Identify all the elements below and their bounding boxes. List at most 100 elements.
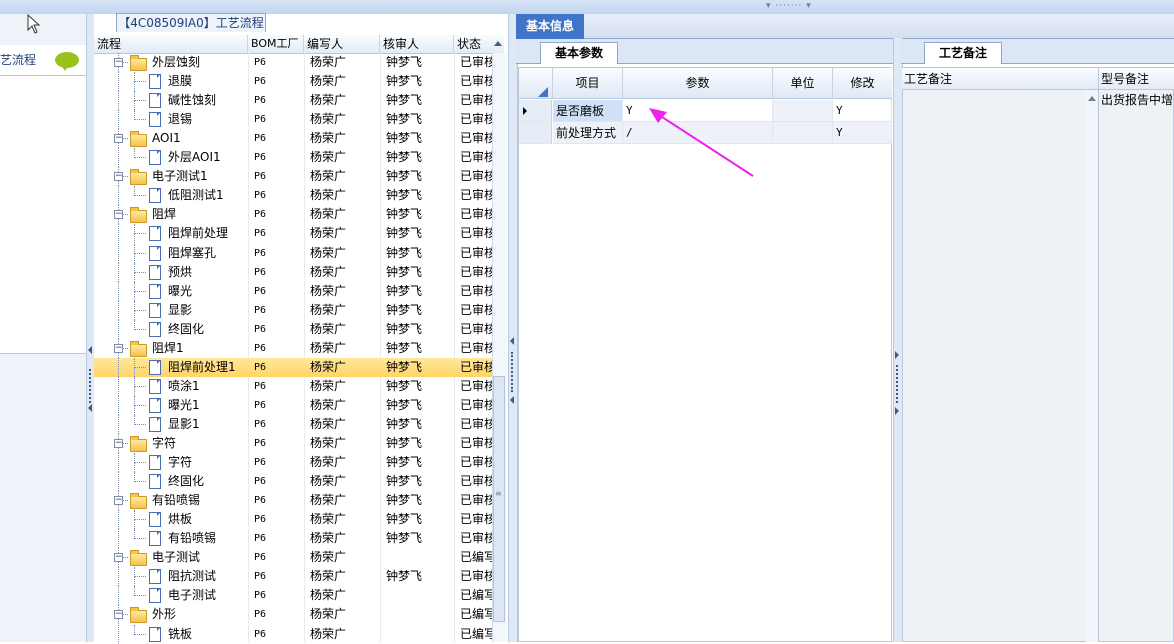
tree-row[interactable]: 阻抗测试 P6 杨荣广 钟梦飞 已审核 (94, 567, 492, 586)
writer-cell[interactable]: 杨荣广 (310, 586, 380, 605)
status-cell[interactable]: 已编写 (460, 605, 492, 624)
tree-row[interactable]: 终固化 P6 杨荣广 钟梦飞 已审核 (94, 472, 492, 491)
tree-row[interactable]: 烘板 P6 杨荣广 钟梦飞 已审核 (94, 510, 492, 529)
writer-cell[interactable]: 杨荣广 (310, 72, 380, 91)
tree-row[interactable]: 显影1 P6 杨荣广 钟梦飞 已审核 (94, 415, 492, 434)
tree-row[interactable]: 阻焊塞孔 P6 杨荣广 钟梦飞 已审核 (94, 244, 492, 263)
sort-ascending-icon[interactable] (494, 41, 502, 46)
checker-cell[interactable]: 钟梦飞 (386, 129, 456, 148)
collapse-node-icon[interactable]: − (114, 58, 123, 67)
tree-node-label[interactable]: 碱性蚀刻 (168, 91, 216, 110)
tree-node-label[interactable]: 电子测试 (152, 548, 200, 567)
tree-node-label[interactable]: 字符 (168, 453, 192, 472)
tree-row[interactable]: 有铅喷锡 P6 杨荣广 钟梦飞 已审核 (94, 529, 492, 548)
tree-node-label[interactable]: 阻焊1 (152, 339, 184, 358)
tree-node-label[interactable]: 退锡 (168, 110, 192, 129)
checker-cell[interactable]: 钟梦飞 (386, 53, 456, 72)
bom-factory-cell[interactable]: P6 (254, 605, 306, 624)
status-cell[interactable]: 已审核 (460, 320, 492, 339)
tree-node-label[interactable]: 阻焊 (152, 205, 176, 224)
remarks-scrollbar[interactable] (1086, 90, 1098, 642)
collapse-node-icon[interactable]: − (114, 553, 123, 562)
bom-factory-cell[interactable]: P6 (254, 567, 306, 586)
collapse-node-icon[interactable]: − (114, 134, 123, 143)
tree-node-label[interactable]: 喷涂1 (168, 377, 200, 396)
checker-cell[interactable]: 钟梦飞 (386, 453, 456, 472)
tree-row[interactable]: 退锡 P6 杨荣广 钟梦飞 已审核 (94, 110, 492, 129)
bom-factory-cell[interactable]: P6 (254, 224, 306, 243)
status-cell[interactable]: 已审核 (460, 491, 492, 510)
param-unit-cell[interactable] (773, 100, 833, 122)
tree-node-label[interactable]: 外层AOI1 (168, 148, 221, 167)
tree-row[interactable]: 低阻测试1 P6 杨荣广 钟梦飞 已审核 (94, 186, 492, 205)
writer-cell[interactable]: 杨荣广 (310, 244, 380, 263)
checker-cell[interactable]: 钟梦飞 (386, 301, 456, 320)
bom-factory-cell[interactable]: P6 (254, 339, 306, 358)
status-cell[interactable]: 已审核 (460, 263, 492, 282)
checker-cell[interactable] (386, 548, 456, 567)
scroll-up-icon[interactable] (1088, 96, 1096, 101)
tree-row[interactable]: − 有铅喷锡 P6 杨荣广 钟梦飞 已审核 (94, 491, 492, 510)
tree-node-label[interactable]: 电子测试1 (152, 167, 208, 186)
checker-cell[interactable]: 钟梦飞 (386, 110, 456, 129)
col-header-checker[interactable]: 核审人 (380, 35, 454, 53)
collapse-tree-icon[interactable] (510, 396, 514, 404)
bom-factory-cell[interactable]: P6 (254, 358, 306, 377)
status-cell[interactable]: 已审核 (460, 244, 492, 263)
status-cell[interactable]: 已审核 (460, 224, 492, 243)
tree-row[interactable]: 喷涂1 P6 杨荣广 钟梦飞 已审核 (94, 377, 492, 396)
bom-factory-cell[interactable]: P6 (254, 205, 306, 224)
bom-factory-cell[interactable]: P6 (254, 91, 306, 110)
tree-row[interactable]: 曝光1 P6 杨荣广 钟梦飞 已审核 (94, 396, 492, 415)
checker-cell[interactable]: 钟梦飞 (386, 434, 456, 453)
tree-row[interactable]: 显影 P6 杨荣广 钟梦飞 已审核 (94, 301, 492, 320)
param-item-cell[interactable]: 是否磨板 (553, 100, 623, 122)
writer-cell[interactable]: 杨荣广 (310, 339, 380, 358)
writer-cell[interactable]: 杨荣广 (310, 301, 380, 320)
tree-row[interactable]: 外层AOI1 P6 杨荣广 钟梦飞 已审核 (94, 148, 492, 167)
checker-cell[interactable]: 钟梦飞 (386, 510, 456, 529)
writer-cell[interactable]: 杨荣广 (310, 396, 380, 415)
tree-node-label[interactable]: 曝光1 (168, 396, 200, 415)
col-header-param[interactable]: 参数 (623, 68, 773, 99)
checker-cell[interactable]: 钟梦飞 (386, 415, 456, 434)
tree-node-label[interactable]: 阻抗测试 (168, 567, 216, 586)
bom-factory-cell[interactable]: P6 (254, 53, 306, 72)
checker-cell[interactable]: 钟梦飞 (386, 244, 456, 263)
status-cell[interactable]: 已审核 (460, 282, 492, 301)
tree-row[interactable]: − 电子测试1 P6 杨荣广 钟梦飞 已审核 (94, 167, 492, 186)
tree-node-label[interactable]: 阻焊前处理 (168, 224, 228, 243)
bom-factory-cell[interactable]: P6 (254, 396, 306, 415)
select-all-icon[interactable] (538, 87, 548, 97)
writer-cell[interactable]: 杨荣广 (310, 625, 380, 644)
tree-row[interactable]: − 阻焊1 P6 杨荣广 钟梦飞 已审核 (94, 339, 492, 358)
status-cell[interactable]: 已审核 (460, 53, 492, 72)
bom-factory-cell[interactable]: P6 (254, 320, 306, 339)
tree-node-label[interactable]: 终固化 (168, 320, 204, 339)
tree-node-label[interactable]: 有铅喷锡 (152, 491, 200, 510)
splitter-grip-icon[interactable] (511, 352, 515, 392)
status-cell[interactable]: 已审核 (460, 110, 492, 129)
writer-cell[interactable]: 杨荣广 (310, 548, 380, 567)
col-header-writer[interactable]: 编写人 (304, 35, 380, 53)
writer-cell[interactable]: 杨荣广 (310, 53, 380, 72)
tree-node-label[interactable]: 终固化 (168, 472, 204, 491)
col-header-unit[interactable]: 单位 (773, 68, 833, 99)
status-cell[interactable]: 已审核 (460, 529, 492, 548)
bom-factory-cell[interactable]: P6 (254, 548, 306, 567)
bom-factory-cell[interactable]: P6 (254, 148, 306, 167)
checker-cell[interactable]: 钟梦飞 (386, 263, 456, 282)
tree-row[interactable]: − AOI1 P6 杨荣广 钟梦飞 已审核 (94, 129, 492, 148)
bom-factory-cell[interactable]: P6 (254, 186, 306, 205)
tree-row[interactable]: 退膜 P6 杨荣广 钟梦飞 已审核 (94, 72, 492, 91)
status-cell[interactable]: 已编写 (460, 625, 492, 644)
collapse-left-icon[interactable] (88, 404, 92, 412)
tree-row[interactable]: 阻焊前处理 P6 杨荣广 钟梦飞 已审核 (94, 224, 492, 243)
checker-cell[interactable]: 钟梦飞 (386, 320, 456, 339)
tree-node-label[interactable]: 字符 (152, 434, 176, 453)
status-cell[interactable]: 已编写 (460, 586, 492, 605)
checker-cell[interactable]: 钟梦飞 (386, 491, 456, 510)
splitter-grip-icon[interactable] (896, 365, 900, 403)
bom-factory-cell[interactable]: P6 (254, 472, 306, 491)
tree-node-label[interactable]: 显影1 (168, 415, 200, 434)
